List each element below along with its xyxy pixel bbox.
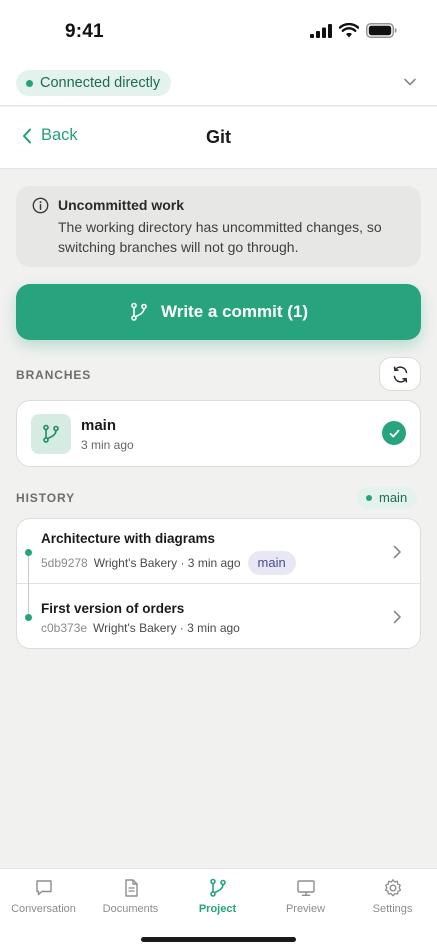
branch-name: main	[81, 417, 117, 434]
commit-history-list: Architecture with diagrams 5db9278 Wrigh…	[16, 518, 421, 649]
monitor-icon	[296, 880, 315, 896]
connection-status-label: Connected directly	[40, 75, 161, 91]
write-commit-label: Write a commit (1)	[160, 302, 309, 321]
refresh-icon	[393, 365, 407, 383]
commit-branch-tag: main	[247, 551, 296, 575]
tab-label: Preview	[285, 903, 326, 915]
branches-section-label: BRANCHES	[16, 368, 92, 382]
refresh-branches-button[interactable]	[379, 357, 421, 391]
home-indicator	[141, 937, 296, 942]
tab-preview[interactable]: Preview	[262, 878, 349, 915]
status-bar: 9:41	[0, 0, 437, 62]
status-icons	[310, 23, 397, 38]
timeline-line	[28, 553, 29, 585]
tab-label: Project	[198, 903, 237, 915]
commit-author-time: Wright's Bakery · 3 min ago	[93, 556, 241, 570]
branch-item-main[interactable]: main 3 min ago	[16, 400, 421, 467]
tab-settings[interactable]: Settings	[349, 878, 436, 915]
info-icon	[32, 197, 49, 214]
navigation-bar: Git Back	[0, 107, 437, 169]
connection-status-pill[interactable]: Connected directly	[16, 70, 172, 96]
branch-updated-time: 3 min ago	[81, 438, 134, 452]
commit-meta: c0b373e Wright's Bakery · 3 min ago	[41, 621, 240, 635]
history-branch-dot	[366, 495, 372, 501]
git-branch-icon	[209, 878, 226, 897]
tab-label: Documents	[102, 903, 159, 915]
chevron-left-icon	[23, 128, 31, 143]
wifi-icon	[339, 23, 359, 38]
commit-row[interactable]: First version of orders c0b373e Wright's…	[17, 585, 420, 648]
connection-status-dot	[26, 80, 33, 87]
chevron-down-icon[interactable]	[403, 75, 417, 89]
tab-label: Settings	[372, 903, 413, 915]
history-section-label: HISTORY	[16, 491, 75, 505]
status-time: 9:41	[65, 21, 104, 42]
commit-hash: c0b373e	[41, 621, 88, 635]
notice-title: Uncommitted work	[58, 197, 185, 213]
branch-icon-tile	[31, 414, 71, 454]
current-branch-check-icon	[382, 421, 406, 445]
commit-title: Architecture with diagrams	[41, 531, 216, 546]
git-branch-icon	[131, 302, 147, 321]
tab-project[interactable]: Project	[174, 878, 261, 915]
back-button[interactable]: Back	[22, 126, 78, 145]
notice-body: The working directory has uncommitted ch…	[58, 219, 382, 255]
history-branch-label: main	[379, 490, 408, 505]
chat-bubble-icon	[35, 880, 52, 896]
commit-title: First version of orders	[41, 601, 185, 616]
commit-meta: 5db9278 Wright's Bakery · 3 min ago main	[41, 551, 296, 575]
chevron-right-icon	[393, 545, 401, 559]
tab-conversation[interactable]: Conversation	[0, 878, 87, 915]
commit-hash: 5db9278	[41, 556, 88, 570]
uncommitted-work-notice: Uncommitted work The working directory h…	[16, 186, 421, 267]
connection-bar: Connected directly	[0, 62, 437, 106]
timeline-dot	[25, 614, 32, 621]
gear-icon	[384, 879, 401, 897]
tab-documents[interactable]: Documents	[87, 878, 174, 915]
git-branch-icon	[43, 424, 59, 443]
timeline-line	[28, 585, 29, 615]
tab-label: Conversation	[11, 903, 76, 915]
cellular-signal-icon	[310, 23, 332, 38]
commit-row[interactable]: Architecture with diagrams 5db9278 Wrigh…	[17, 519, 420, 585]
back-button-label: Back	[41, 126, 78, 144]
document-icon	[124, 879, 138, 897]
commit-author-time: Wright's Bakery · 3 min ago	[93, 621, 240, 635]
timeline-dot	[25, 549, 32, 556]
chevron-right-icon	[393, 610, 401, 624]
battery-icon	[366, 23, 397, 38]
write-commit-button[interactable]: Write a commit (1)	[16, 284, 421, 340]
history-branch-pill: main	[357, 487, 418, 509]
